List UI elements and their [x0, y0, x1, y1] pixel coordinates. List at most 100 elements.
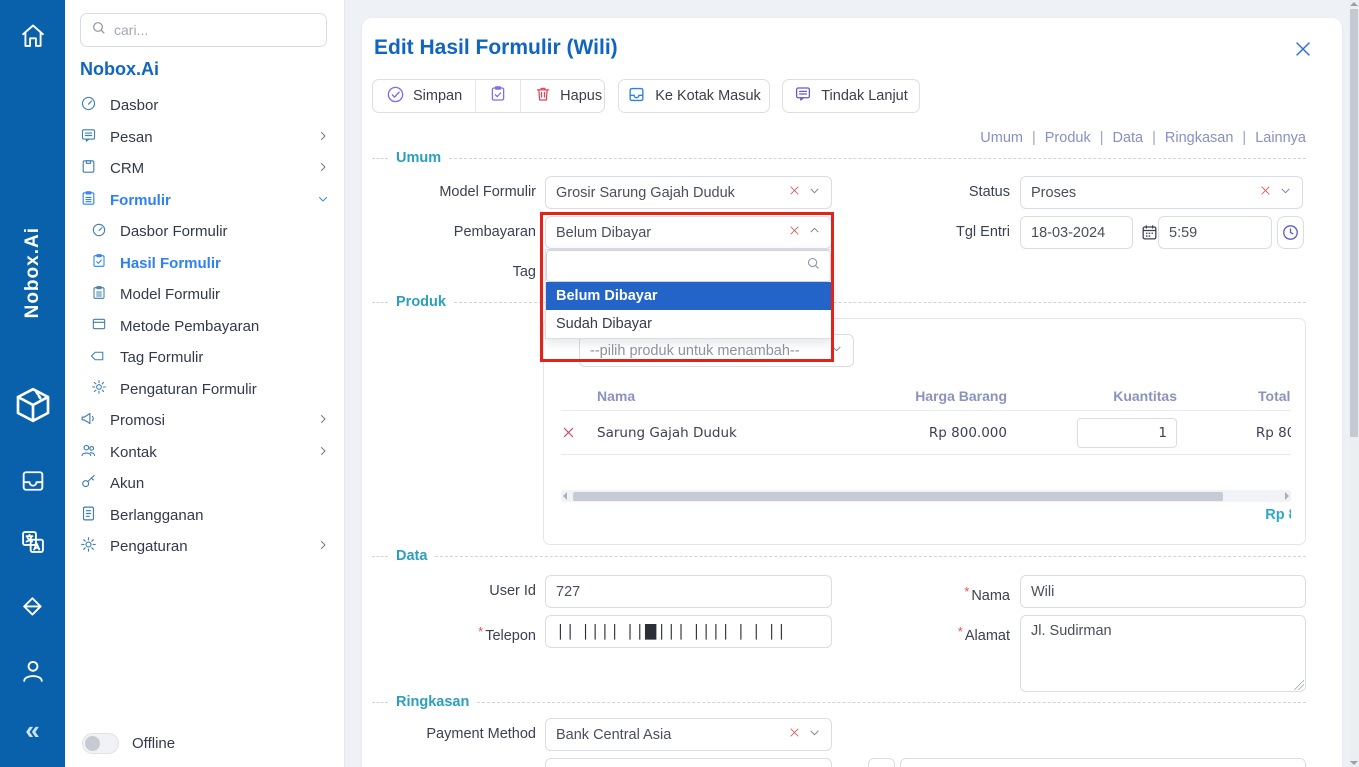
section-header-umum: Umum [372, 150, 1306, 166]
clipboard-list-icon [80, 190, 97, 211]
anchor-produk[interactable]: Produk [1045, 130, 1091, 146]
scrollbar-thumb[interactable] [573, 492, 1223, 501]
clipboard-check-button[interactable] [475, 80, 520, 112]
date-input[interactable] [1031, 225, 1122, 241]
model-formulir-select[interactable]: Grosir Sarung Gajah Duduk [545, 176, 832, 209]
time-input-wrap[interactable] [1158, 216, 1272, 249]
bottom-partial-box[interactable] [868, 758, 895, 767]
clear-icon[interactable] [788, 224, 801, 241]
paint-icon[interactable] [19, 593, 47, 621]
close-icon[interactable] [1292, 38, 1316, 62]
home-icon[interactable] [19, 22, 47, 50]
nobox-cube-logo[interactable] [13, 385, 53, 425]
anchor-umum[interactable]: Umum [980, 130, 1023, 146]
follow-up-button[interactable]: Tindak Lanjut [782, 79, 920, 113]
produk-card: --pilih produk untuk menambah-- Nama Har… [543, 318, 1306, 545]
file-icon [80, 505, 97, 526]
clipboard-check-icon [489, 85, 507, 107]
edit-form-card: Edit Hasil Formulir (Wili) Simpan Hapus … [362, 18, 1342, 767]
anchor-lainnya[interactable]: Lainnya [1255, 130, 1306, 146]
icon-rail: Nobox.Ai « [0, 0, 65, 767]
sidebar-item-model-formulir[interactable]: Model Formulir [65, 279, 344, 311]
sidebar-search[interactable] [80, 13, 327, 47]
status-select[interactable]: Proses [1020, 176, 1303, 209]
tag-label: Tag [362, 256, 536, 289]
anchor-data[interactable]: Data [1112, 130, 1143, 146]
date-input-wrap[interactable] [1020, 216, 1133, 249]
chevron-right-icon [317, 160, 329, 177]
produk-table-header: Nama Harga Barang Kuantitas Total Harga [561, 381, 1291, 411]
anchor-ringkasan[interactable]: Ringkasan [1165, 130, 1234, 146]
sidebar-item-kontak[interactable]: Kontak [65, 437, 344, 469]
pembayaran-select[interactable]: Belum Dibayar [545, 216, 832, 249]
chevron-down-icon[interactable] [808, 184, 821, 201]
time-input[interactable] [1169, 225, 1261, 241]
scrollbar-thumb[interactable] [1350, 9, 1358, 437]
sidebar-item-pesan[interactable]: Pesan [65, 122, 344, 154]
sidebar-item-hasil-formulir[interactable]: Hasil Formulir [65, 248, 344, 280]
sidebar-item-crm[interactable]: CRM [65, 153, 344, 185]
sidebar-item-pengaturan-formulir[interactable]: Pengaturan Formulir [65, 374, 344, 406]
status-label: Status [822, 176, 1010, 209]
dropdown-search-input[interactable] [556, 258, 806, 274]
search-input[interactable] [114, 22, 316, 38]
gear-icon [80, 536, 97, 557]
sidebar-item-metode-pembayaran[interactable]: Metode Pembayaran [65, 311, 344, 343]
telepon-label: *Telepon [362, 615, 536, 653]
inbox-icon[interactable] [19, 467, 47, 495]
chevron-right-icon [317, 129, 329, 146]
sidebar-item-berlangganan[interactable]: Berlangganan [65, 500, 344, 532]
option-sudah-dibayar[interactable]: Sudah Dibayar [546, 310, 831, 338]
save-button[interactable]: Simpan [373, 80, 475, 112]
search-icon [806, 256, 821, 276]
nama-input[interactable] [1031, 584, 1295, 600]
clear-icon[interactable] [1259, 184, 1272, 201]
sidebar-item-tag-formulir[interactable]: Tag Formulir [65, 342, 344, 374]
option-belum-dibayar[interactable]: Belum Dibayar [546, 282, 831, 310]
sidebar-item-dasbor-formulir[interactable]: Dasbor Formulir [65, 216, 344, 248]
scroll-down-arrow[interactable] [1350, 761, 1358, 765]
sidebar-brand: Nobox.Ai [80, 59, 344, 80]
chevron-down-icon[interactable] [1279, 184, 1292, 201]
clock-icon[interactable] [1277, 216, 1304, 249]
sidebar-item-formulir[interactable]: Formulir [65, 185, 344, 217]
offline-toggle[interactable] [82, 733, 119, 754]
main-area: Edit Hasil Formulir (Wili) Simpan Hapus … [345, 0, 1359, 767]
scroll-left-arrow[interactable] [563, 492, 567, 500]
bottom-partial-input-2[interactable] [900, 758, 1306, 767]
sidebar-item-promosi[interactable]: Promosi [65, 405, 344, 437]
quantity-input[interactable] [1077, 418, 1177, 448]
payment-method-select[interactable]: Bank Central Asia [545, 718, 832, 751]
nama-input-wrap[interactable] [1020, 575, 1306, 608]
calendar-icon[interactable] [1138, 221, 1160, 243]
alamat-label: *Alamat [822, 615, 1010, 653]
clear-icon[interactable] [788, 184, 801, 201]
chevron-up-icon[interactable] [808, 224, 821, 241]
sidebar-item-akun[interactable]: Akun [65, 468, 344, 500]
chevron-down-icon[interactable] [808, 726, 821, 743]
clear-icon[interactable] [788, 726, 801, 743]
person-icon[interactable] [19, 657, 47, 685]
bottom-partial-input-1[interactable] [545, 758, 832, 767]
delete-button[interactable]: Hapus [520, 80, 615, 112]
telepon-input-wrap[interactable] [545, 615, 832, 648]
dropdown-search[interactable] [546, 250, 831, 282]
horizontal-scrollbar[interactable] [561, 490, 1291, 502]
user-id-input[interactable] [556, 584, 821, 600]
sidebar-item-pengaturan[interactable]: Pengaturan [65, 531, 344, 563]
scroll-up-arrow[interactable] [1350, 2, 1358, 6]
collapse-icon[interactable]: « [25, 715, 39, 746]
translate-icon[interactable] [19, 528, 47, 556]
resize-handle[interactable] [1294, 680, 1304, 690]
chevron-right-icon [317, 412, 329, 429]
telepon-input[interactable] [556, 624, 821, 640]
gear-icon [91, 379, 107, 399]
message-icon [80, 127, 97, 148]
remove-product-icon[interactable] [561, 425, 597, 440]
vertical-scrollbar[interactable] [1349, 0, 1359, 767]
user-id-input-wrap[interactable] [545, 575, 832, 608]
to-inbox-button[interactable]: Ke Kotak Masuk [618, 79, 770, 113]
scroll-right-arrow[interactable] [1285, 492, 1289, 500]
sidebar-item-dasbor[interactable]: Dasbor [65, 90, 344, 122]
alamat-textarea[interactable]: Jl. Sudirman [1020, 615, 1306, 692]
